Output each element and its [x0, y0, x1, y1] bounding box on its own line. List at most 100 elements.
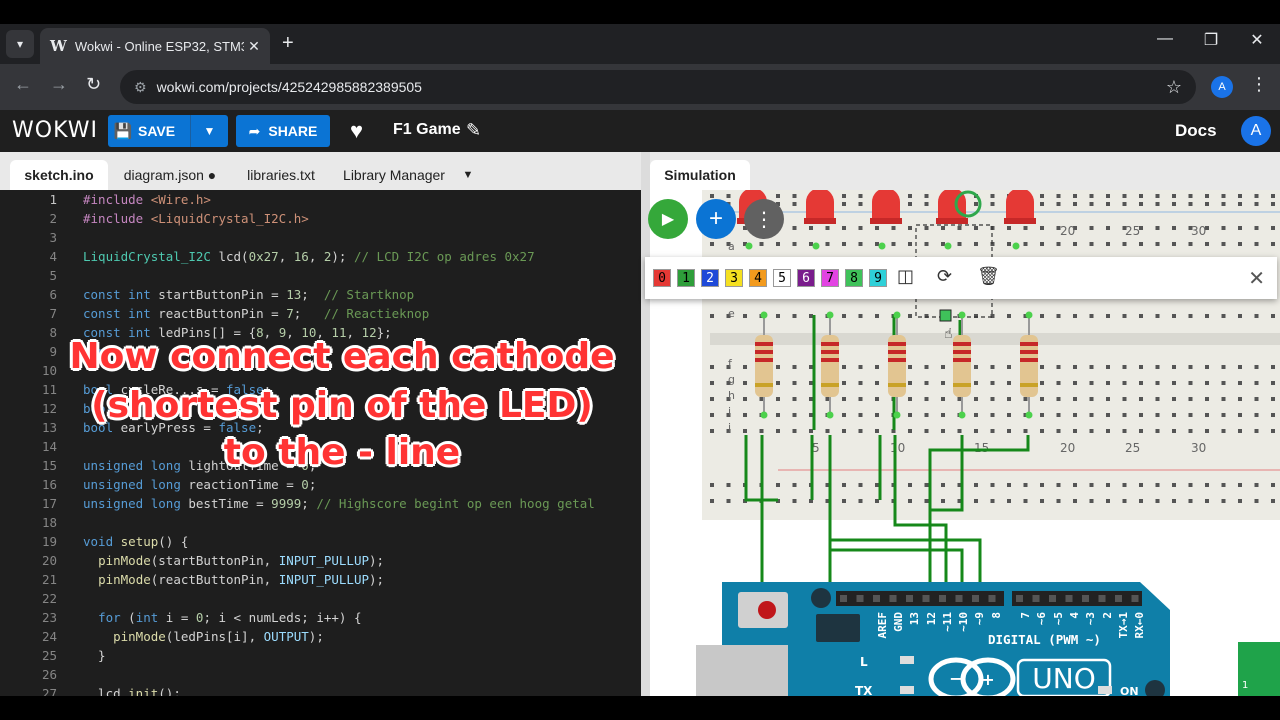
- wire-color-swatch-9[interactable]: 9: [869, 269, 887, 287]
- breadboard-hole: [1056, 499, 1061, 503]
- close-toolbar-icon[interactable]: ✕: [1248, 266, 1265, 291]
- tab-diagram-json[interactable]: diagram.json ●: [116, 160, 224, 190]
- pin-label: AREF: [876, 612, 889, 639]
- delete-trash-icon[interactable]: 🗑: [977, 266, 1000, 287]
- add-part-button[interactable]: +: [696, 199, 736, 239]
- breadboard-hole: [875, 242, 879, 246]
- code-line[interactable]: 21 pinMode(reactButtonPin, INPUT_PULLUP)…: [0, 572, 641, 591]
- led-base: [1004, 218, 1036, 224]
- tab-simulation[interactable]: Simulation: [650, 160, 750, 190]
- window-close-icon[interactable]: ✕: [1237, 30, 1277, 50]
- breadboard-hole: [1056, 483, 1061, 487]
- breadboard-hole: [974, 365, 978, 369]
- address-bar[interactable]: ⚙ wokwi.com/projects/425242985882389505 …: [120, 70, 1196, 104]
- minimize-icon[interactable]: —: [1145, 30, 1185, 48]
- site-info-icon[interactable]: ⚙: [134, 79, 147, 96]
- wire-endpoint-handle[interactable]: [939, 309, 952, 322]
- caption-line-3: to the - line: [223, 432, 461, 473]
- breadboard-hole: [1007, 242, 1011, 246]
- code-line[interactable]: 17 unsigned long bestTime = 9999; // High…: [0, 496, 641, 515]
- more-options-button[interactable]: ⋮: [744, 199, 784, 239]
- code-line[interactable]: 22: [0, 591, 641, 610]
- tab-sketch-ino[interactable]: sketch.ino: [10, 160, 108, 190]
- code-line[interactable]: 18: [0, 515, 641, 534]
- breadboard-hole: [908, 429, 912, 433]
- breadboard-hole: [1106, 499, 1110, 503]
- code-line[interactable]: 4 LiquidCrystal_I2C lcd(0x27, 16, 2); // …: [0, 249, 641, 268]
- save-dropdown-chevron-icon[interactable]: ▼: [190, 115, 228, 147]
- breadboard-hole: [1172, 226, 1176, 230]
- code-text: #include <LiquidCrystal_I2C.h>: [83, 211, 309, 226]
- code-line[interactable]: 27 lcd.init();: [0, 686, 641, 696]
- code-line[interactable]: 1 #include <Wire.h>: [0, 192, 641, 211]
- reset-button[interactable]: [758, 601, 776, 619]
- tabs-overflow-icon[interactable]: ▼: [458, 160, 478, 190]
- back-icon[interactable]: ←: [14, 74, 32, 95]
- start-simulation-button[interactable]: ▶: [648, 199, 688, 239]
- pin-label: ~10: [957, 612, 970, 632]
- breadboard-hole: [1155, 242, 1160, 246]
- wire-color-swatch-1[interactable]: 1: [677, 269, 695, 287]
- code-line[interactable]: 5: [0, 268, 641, 287]
- breadboard-hole: [1089, 202, 1094, 206]
- browser-tab[interactable]: W Wokwi - Online ESP32, STM32, ✕: [40, 28, 270, 64]
- code-line[interactable]: 24 pinMode(ledPins[i], OUTPUT);: [0, 629, 641, 648]
- breadboard-hole: [875, 499, 879, 503]
- tab-libraries-txt[interactable]: libraries.txt: [236, 160, 326, 190]
- browser-toolbar: ← → ↻ ⚙ wokwi.com/projects/4252429858823…: [0, 64, 1280, 110]
- wire-color-swatch-0[interactable]: 0: [653, 269, 671, 287]
- user-avatar[interactable]: A: [1241, 116, 1271, 146]
- code-line[interactable]: 19 void setup() {: [0, 534, 641, 553]
- wire-color-swatch-3[interactable]: 3: [725, 269, 743, 287]
- breadboard-hole: [990, 499, 995, 503]
- wokwi-logo[interactable]: WOKWI: [12, 118, 98, 143]
- restore-icon[interactable]: ❐: [1191, 30, 1231, 50]
- code-line[interactable]: 6 const int startButtonPin = 13; // Start…: [0, 287, 641, 306]
- wire-color-swatch-5[interactable]: 5: [773, 269, 791, 287]
- browser-profile-avatar[interactable]: A: [1211, 76, 1233, 98]
- edit-pencil-icon[interactable]: ✎: [466, 120, 481, 141]
- breadboard-hole: [924, 242, 929, 246]
- breadboard-hole: [924, 202, 929, 206]
- line-number: 24: [41, 629, 57, 644]
- row-label: g: [728, 373, 735, 386]
- code-line[interactable]: 20 pinMode(startButtonPin, INPUT_PULLUP)…: [0, 553, 641, 572]
- save-button[interactable]: 💾 SAVE ▼: [108, 115, 228, 147]
- code-line[interactable]: 7 const int reactButtonPin = 7; // Reacti…: [0, 306, 641, 325]
- wire-color-swatch-8[interactable]: 8: [845, 269, 863, 287]
- bookmark-star-icon[interactable]: ☆: [1166, 77, 1182, 98]
- tab-search-chevron-icon[interactable]: ▾: [6, 30, 34, 58]
- wire-color-swatch-4[interactable]: 4: [749, 269, 767, 287]
- breadboard-hole: [792, 314, 797, 318]
- column-label-mid: 25: [1125, 441, 1140, 455]
- rotate-icon[interactable]: ⟳: [937, 266, 952, 287]
- code-line[interactable]: 3: [0, 230, 641, 249]
- code-line[interactable]: 23 for (int i = 0; i < numLeds; i++) {: [0, 610, 641, 629]
- project-title[interactable]: F1 Game: [393, 121, 461, 139]
- browser-menu-icon[interactable]: ⋮: [1250, 74, 1268, 95]
- reload-icon[interactable]: ↻: [86, 74, 101, 95]
- code-line[interactable]: 2 #include <LiquidCrystal_I2C.h>: [0, 211, 641, 230]
- wire-color-swatch-6[interactable]: 6: [797, 269, 815, 287]
- tab-library-manager[interactable]: Library Manager: [336, 160, 452, 190]
- forward-icon[interactable]: →: [50, 74, 68, 95]
- wire-color-swatch-2[interactable]: 2: [701, 269, 719, 287]
- heart-icon[interactable]: ♥: [350, 118, 363, 144]
- editor-tabs: sketch.ino diagram.json ● libraries.txt …: [0, 152, 641, 190]
- breadboard-hole: [974, 499, 978, 503]
- close-tab-icon[interactable]: ✕: [244, 38, 264, 55]
- new-tab-icon[interactable]: +: [282, 32, 294, 55]
- share-button[interactable]: ➦ SHARE: [236, 115, 330, 147]
- code-line[interactable]: 25 }: [0, 648, 641, 667]
- breadboard-hole: [743, 429, 747, 433]
- pin-label: 4: [1068, 612, 1081, 619]
- breadboard-hole: [842, 226, 846, 230]
- wire-color-swatch-7[interactable]: 7: [821, 269, 839, 287]
- flip-icon[interactable]: ◫: [897, 266, 914, 287]
- breadboard-hole: [1122, 365, 1127, 369]
- breadboard-hole: [1155, 365, 1160, 369]
- code-line[interactable]: 16 unsigned long reactionTime = 0;: [0, 477, 641, 496]
- docs-link[interactable]: Docs: [1175, 121, 1217, 141]
- code-text: LiquidCrystal_I2C lcd(0x27, 16, 2); // L…: [83, 249, 535, 264]
- code-line[interactable]: 26: [0, 667, 641, 686]
